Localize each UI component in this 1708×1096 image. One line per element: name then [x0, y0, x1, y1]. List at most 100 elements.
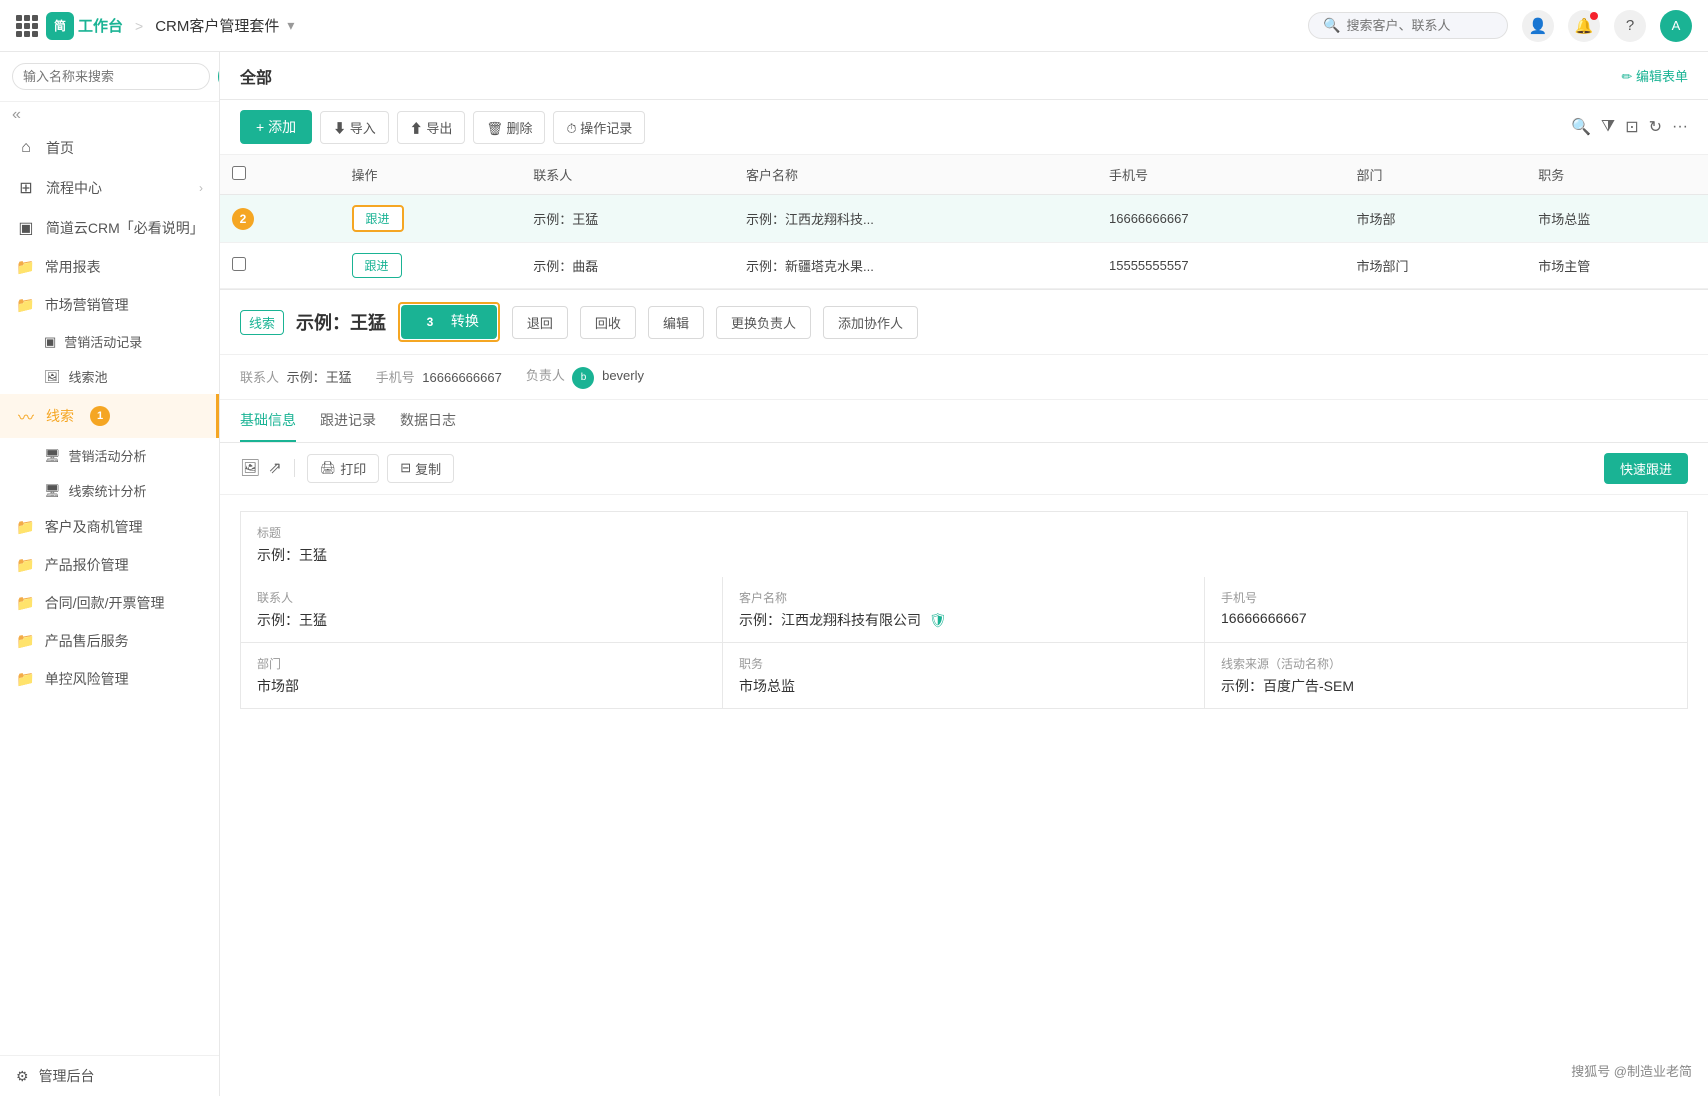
global-search-bar[interactable]: 🔍: [1308, 12, 1508, 39]
detail-info-row: 联系人 示例：王猛 手机号 16666666667 负责人 b beverly: [220, 355, 1708, 400]
form-row-title: 标题 示例：王猛: [240, 511, 1688, 577]
convert-button-wrapper: 3 转换: [398, 302, 500, 342]
col-dept: 部门: [1345, 155, 1527, 195]
contact-label: 联系人: [257, 589, 706, 606]
folder-icon: 📁: [16, 296, 35, 314]
add-button[interactable]: + 添加: [240, 110, 312, 144]
sidebar-search-input[interactable]: [12, 63, 210, 90]
convert-button[interactable]: 3 转换: [401, 305, 497, 339]
sidebar-item-marketing-mgmt[interactable]: 📁 市场营销管理: [0, 286, 219, 324]
sidebar-item-risk-mgmt[interactable]: 📁 单控风险管理: [0, 660, 219, 698]
folder-icon: 📁: [16, 258, 35, 276]
title-label: 标题: [257, 524, 1671, 541]
sidebar-item-reports[interactable]: 📁 常用报表: [0, 248, 219, 286]
tab-datalog[interactable]: 数据日志: [400, 400, 456, 442]
delete-button[interactable]: 🗑 删除: [473, 111, 545, 144]
source-label: 线索来源（活动名称）: [1221, 655, 1671, 672]
select-all-checkbox[interactable]: [232, 166, 246, 180]
sidebar-item-label: 常用报表: [45, 257, 101, 277]
brand-logo[interactable]: 简 工作台: [46, 12, 123, 40]
owner-value: beverly: [602, 368, 644, 383]
folder-icon: 📁: [16, 632, 35, 650]
sidebar-item-workflow[interactable]: ⊞ 流程中心 ›: [0, 168, 219, 208]
sidebar-item-jiandao[interactable]: ▣ 简道云CRM「必看说明」: [0, 208, 219, 248]
edit-table-button[interactable]: ✏ 编辑表单: [1621, 66, 1688, 85]
detail-header: 线索 示例：王猛 3 转换 退回 回收 编辑 更换负责人 添加协作人: [220, 290, 1708, 355]
nav-separator: >: [135, 18, 143, 34]
sidebar-item-service-mgmt[interactable]: 📁 产品售后服务: [0, 622, 219, 660]
nav-crm-label: CRM客户管理套件: [155, 15, 279, 36]
position-cell-row2: 市场主管: [1526, 243, 1708, 289]
follow-button-row1[interactable]: 跟进: [352, 205, 404, 232]
grid-menu-icon[interactable]: [16, 15, 38, 37]
view-icon[interactable]: ⊡: [1625, 117, 1638, 137]
main-layout: + 新建 « ⌂ 首页 ⊞ 流程中心 › ▣ 简道云CRM「必看说明」 📁 常用…: [0, 52, 1708, 1096]
table-row[interactable]: 2 跟进 示例：王猛 示例：江西龙翔科技... 16666666667 市场部 …: [220, 195, 1708, 243]
sidebar-item-leads[interactable]: 〰 线索 1: [0, 394, 219, 438]
position-label: 职务: [739, 655, 1188, 672]
copy-button[interactable]: ⊟ 复制: [387, 454, 454, 483]
edit-button[interactable]: 编辑: [648, 306, 704, 339]
global-search-input[interactable]: [1346, 18, 1486, 33]
customer-value: 示例：江西龙翔科技有限公司 🛡: [739, 610, 1188, 630]
folder-icon: 📁: [16, 556, 35, 574]
search-icon[interactable]: 🔍: [1571, 117, 1591, 137]
sidebar-item-contract-mgmt[interactable]: 📁 合同/回款/开票管理: [0, 584, 219, 622]
refresh-icon[interactable]: ↻: [1649, 117, 1662, 137]
import-button[interactable]: ⬇ 导入: [320, 111, 389, 144]
sidebar-collapse-btn[interactable]: «: [0, 102, 219, 128]
export-button[interactable]: ⬆ 导出: [397, 111, 466, 144]
back-button[interactable]: 退回: [512, 306, 568, 339]
row2-checkbox[interactable]: [232, 257, 246, 271]
top-nav-right: 🔍 👤 🔔 ? A: [1308, 10, 1692, 42]
user-switch-icon[interactable]: 👤: [1522, 10, 1554, 42]
field-contact: 联系人 示例：王猛: [241, 577, 723, 642]
sidebar-item-marketing-analysis[interactable]: 🖥 营销活动分析: [0, 438, 219, 473]
print-button[interactable]: 🖨 打印: [307, 454, 380, 483]
nav-dropdown-icon[interactable]: ▾: [287, 17, 294, 34]
more-icon[interactable]: ···: [1672, 118, 1688, 136]
sidebar-item-product-mgmt[interactable]: 📁 产品报价管理: [0, 546, 219, 584]
dept-label: 部门: [257, 655, 706, 672]
folder-icon: 📁: [16, 594, 35, 612]
user-avatar[interactable]: A: [1660, 10, 1692, 42]
sidebar-item-leads-analysis[interactable]: 🖥 线索统计分析: [0, 473, 219, 508]
sidebar-item-label: 合同/回款/开票管理: [45, 593, 165, 613]
help-icon[interactable]: ?: [1614, 10, 1646, 42]
share-action-icon[interactable]: ⇗: [268, 458, 281, 478]
detail-form-body: 标题 示例：王猛 联系人 示例：王猛 客户名称 示例：江西龙翔科技有限公司 🛡: [220, 495, 1708, 1096]
sidebar-item-leads-pool[interactable]: 🖼 线索池: [0, 359, 219, 394]
quick-follow-button[interactable]: 快速跟进: [1604, 453, 1688, 484]
image-action-icon[interactable]: 🖼: [240, 458, 260, 478]
col-contact: 联系人: [521, 155, 734, 195]
change-owner-button[interactable]: 更换负责人: [716, 306, 811, 339]
leads-table: 操作 联系人 客户名称 手机号 部门 职务 2: [220, 155, 1708, 289]
sidebar-item-customer-mgmt[interactable]: 📁 客户及商机管理: [0, 508, 219, 546]
filter-icon[interactable]: ⧩: [1601, 118, 1615, 136]
sidebar-settings[interactable]: ⚙ 管理后台: [0, 1055, 219, 1096]
customer-label: 客户名称: [739, 589, 1188, 606]
home-icon: ⌂: [16, 139, 36, 157]
add-cooperator-button[interactable]: 添加协作人: [823, 306, 918, 339]
detail-panel: 线索 示例：王猛 3 转换 退回 回收 编辑 更换负责人 添加协作人 联系人: [220, 289, 1708, 1096]
table-row[interactable]: 跟进 示例：曲磊 示例：新疆塔克水果... 15555555557 市场部门 市…: [220, 243, 1708, 289]
toolbar: + 添加 ⬇ 导入 ⬆ 导出 🗑 删除 ⏱ 操作记录 🔍 ⧩ ⊡ ↻ ···: [220, 100, 1708, 155]
leads-badge: 1: [90, 406, 110, 426]
sidebar-item-label: 产品售后服务: [45, 631, 129, 651]
detail-tabs: 基础信息 跟进记录 数据日志: [220, 400, 1708, 443]
contact-cell-row1: 示例：王猛: [521, 195, 734, 243]
recycle-button[interactable]: 回收: [580, 306, 636, 339]
tab-followup[interactable]: 跟进记录: [320, 400, 376, 442]
brand-label: 工作台: [78, 15, 123, 36]
notification-icon[interactable]: 🔔: [1568, 10, 1600, 42]
sidebar-item-marketing-record[interactable]: ▣ 营销活动记录: [0, 324, 219, 359]
dept-cell-row2: 市场部门: [1345, 243, 1527, 289]
sidebar-item-home[interactable]: ⌂ 首页: [0, 128, 219, 168]
doc-icon: ▣: [16, 218, 36, 238]
field-source: 线索来源（活动名称） 示例：百度广告-SEM: [1205, 643, 1687, 708]
follow-button-row2[interactable]: 跟进: [352, 253, 402, 278]
doc-icon: ▣: [44, 334, 56, 350]
log-button[interactable]: ⏱ 操作记录: [553, 111, 645, 144]
toolbar-right: 🔍 ⧩ ⊡ ↻ ···: [1571, 117, 1688, 137]
tab-basic[interactable]: 基础信息: [240, 400, 296, 442]
